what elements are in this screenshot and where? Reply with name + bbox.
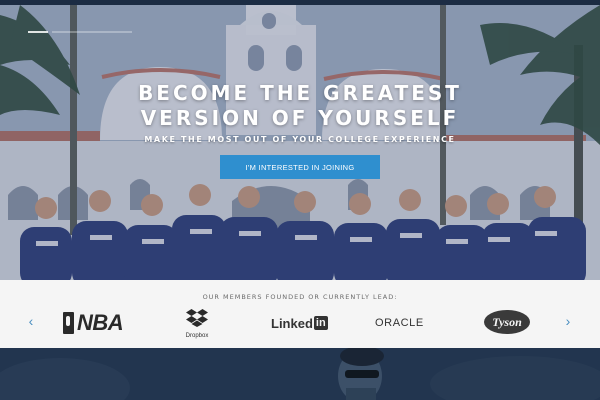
linkedin-logo-text: Linked: [271, 315, 313, 331]
interested-in-joining-button[interactable]: I'M INTERESTED IN JOINING: [220, 155, 380, 179]
nav-indicator: [28, 31, 138, 35]
linkedin-logo: Linked in: [271, 315, 328, 331]
nav-line: [52, 31, 132, 33]
linkedin-in-box: in: [313, 316, 328, 330]
tyson-logo: Tyson: [484, 310, 530, 334]
bottom-background-photo: [0, 348, 600, 400]
member-logos-strip: OUR MEMBERS FOUNDED OR CURRENTLY LEAD: ‹…: [0, 280, 600, 348]
members-caption: OUR MEMBERS FOUNDED OR CURRENTLY LEAD:: [202, 293, 398, 301]
dropbox-logo-text: Dropbox: [185, 333, 209, 339]
nba-logo-text: NBA: [77, 310, 124, 335]
headline-line-2: VERSION OF YOURSELF: [140, 106, 460, 130]
hero-subheadline: MAKE THE MOST OUT OF YOUR COLLEGE EXPERI…: [144, 135, 456, 144]
dropbox-logo: Dropbox: [181, 309, 213, 339]
headline-line-1: BECOME THE GREATEST: [138, 81, 462, 105]
hero-section: BECOME THE GREATEST VERSION OF YOURSELF …: [0, 5, 600, 280]
chevron-right-icon[interactable]: ›: [562, 313, 574, 329]
nba-silhouette-icon: [63, 312, 74, 334]
nav-line-active: [28, 31, 48, 33]
hero-headline: BECOME THE GREATEST VERSION OF YOURSELF: [0, 81, 600, 131]
chevron-left-icon[interactable]: ‹: [25, 313, 37, 329]
nba-logo: NBA: [63, 310, 124, 335]
next-section-preview: [0, 348, 600, 400]
tyson-logo-text: Tyson: [492, 314, 522, 329]
oracle-logo: ORACLE: [375, 317, 424, 329]
dropbox-box-icon: [186, 309, 208, 327]
